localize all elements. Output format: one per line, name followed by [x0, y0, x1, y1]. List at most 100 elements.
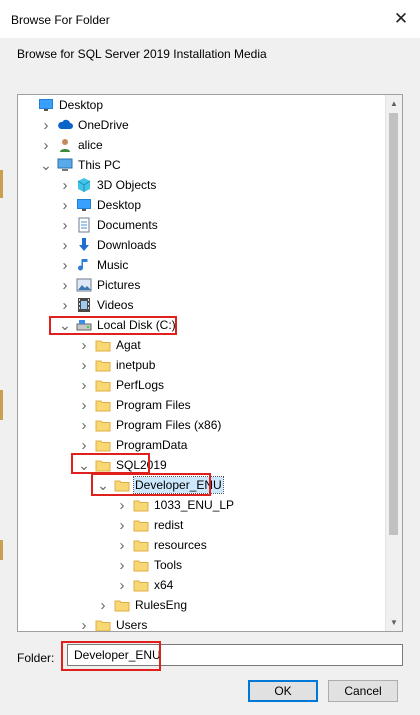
chevron-right-icon[interactable]: › [115, 575, 129, 595]
tree-item[interactable]: › redist [18, 515, 386, 535]
title-bar: Browse For Folder ✕ [0, 0, 420, 38]
chevron-right-icon[interactable]: › [115, 555, 129, 575]
tree-item[interactable]: › resources [18, 535, 386, 555]
tree-item[interactable]: › Tools [18, 555, 386, 575]
cancel-button[interactable]: Cancel [328, 680, 398, 702]
ok-button[interactable]: OK [248, 680, 318, 702]
desktop-icon [38, 97, 54, 113]
tree-item[interactable]: › PerfLogs [18, 375, 386, 395]
window-title: Browse For Folder [11, 13, 110, 27]
folder-icon [95, 357, 111, 373]
chevron-right-icon[interactable]: › [58, 255, 72, 275]
chevron-right-icon[interactable]: › [77, 375, 91, 395]
folder-icon [95, 437, 111, 453]
cloud-icon [57, 117, 73, 133]
tree-item[interactable]: › Program Files [18, 395, 386, 415]
chevron-right-icon[interactable]: › [58, 275, 72, 295]
tree-item[interactable]: › Videos [18, 295, 386, 315]
folder-icon [133, 557, 149, 573]
folder-icon [95, 397, 111, 413]
vertical-scrollbar[interactable]: ▲ ▼ [385, 95, 402, 631]
tree-item-label: Downloads [97, 238, 157, 252]
scroll-up-arrow-icon[interactable]: ▲ [386, 95, 402, 112]
tree-item[interactable]: › Downloads [18, 235, 386, 255]
chevron-right-icon[interactable]: › [77, 415, 91, 435]
tree-item[interactable]: › inetpub [18, 355, 386, 375]
tree-item[interactable]: › Agat [18, 335, 386, 355]
tree-item[interactable]: › Program Files (x86) [18, 415, 386, 435]
chevron-right-icon[interactable]: › [115, 495, 129, 515]
chevron-right-icon[interactable]: › [115, 535, 129, 555]
tree-item-label: Desktop [59, 98, 104, 112]
chevron-down-icon[interactable]: ⌄ [39, 155, 53, 175]
tree-item[interactable]: › ProgramData [18, 435, 386, 455]
chevron-down-icon[interactable]: ⌄ [96, 475, 110, 495]
tree-item[interactable]: Desktop [18, 95, 386, 115]
tree-item[interactable]: › 3D Objects [18, 175, 386, 195]
tree-item[interactable]: ⌄ SQL2019 [18, 455, 386, 475]
folder-icon [133, 537, 149, 553]
folder-icon [114, 477, 130, 493]
tree-item[interactable]: ⌄ Local Disk (C:) [18, 315, 386, 335]
scroll-down-arrow-icon[interactable]: ▼ [386, 614, 402, 631]
chevron-right-icon[interactable]: › [39, 115, 53, 135]
folder-icon [133, 517, 149, 533]
tree-item-label: Documents [97, 218, 158, 232]
tree-item[interactable]: › x64 [18, 575, 386, 595]
chevron-right-icon[interactable]: › [58, 295, 72, 315]
chevron-right-icon[interactable]: › [58, 235, 72, 255]
folder-icon [133, 577, 149, 593]
chevron-right-icon[interactable]: › [77, 335, 91, 355]
chevron-right-icon[interactable]: › [77, 395, 91, 415]
tree-item-label: resources [154, 538, 207, 552]
tree-item-label: 1033_ENU_LP [154, 498, 235, 512]
chevron-right-icon[interactable]: › [77, 435, 91, 455]
tree-item-label: Agat [116, 338, 141, 352]
tree-item[interactable]: › OneDrive [18, 115, 386, 135]
desktop-icon [76, 197, 92, 213]
music-icon [76, 257, 92, 273]
tree-item-label: Program Files (x86) [116, 418, 222, 432]
document-icon [76, 217, 92, 233]
tree-item[interactable]: › Users [18, 615, 386, 632]
cube-icon [76, 177, 92, 193]
tree-item[interactable]: › Documents [18, 215, 386, 235]
tree-item-label: Tools [154, 558, 183, 572]
chevron-right-icon[interactable]: › [39, 135, 53, 155]
folder-icon [95, 457, 111, 473]
tree-item[interactable]: › Music [18, 255, 386, 275]
chevron-down-icon[interactable]: ⌄ [77, 455, 91, 475]
folder-input[interactable] [67, 644, 403, 666]
chevron-down-icon[interactable]: ⌄ [58, 315, 72, 335]
dialog-description: Browse for SQL Server 2019 Installation … [17, 47, 267, 61]
user-icon [57, 137, 73, 153]
tree-item[interactable]: › Desktop [18, 195, 386, 215]
chevron-right-icon[interactable]: › [58, 215, 72, 235]
tree-item-label: Program Files [116, 398, 191, 412]
close-button[interactable]: ✕ [386, 5, 416, 33]
background-window-edge [0, 540, 3, 560]
chevron-right-icon[interactable]: › [77, 355, 91, 375]
tree-item[interactable]: ⌄ This PC [18, 155, 386, 175]
computer-icon [57, 157, 73, 173]
tree-item-label: Videos [97, 298, 134, 312]
folder-tree[interactable]: ▲ ▼ Desktop › OneDrive › alice ⌄ This PC › 3D Ob… [17, 94, 403, 632]
tree-item-label: Pictures [97, 278, 141, 292]
chevron-right-icon[interactable]: › [115, 515, 129, 535]
tree-item-label: ProgramData [116, 438, 188, 452]
tree-item-label: x64 [154, 578, 174, 592]
chevron-right-icon[interactable]: › [58, 175, 72, 195]
tree-item[interactable]: › RulesEng [18, 595, 386, 615]
chevron-right-icon[interactable]: › [58, 195, 72, 215]
folder-icon [95, 417, 111, 433]
scrollbar-thumb[interactable] [389, 113, 398, 535]
tree-item[interactable]: › 1033_ENU_LP [18, 495, 386, 515]
tree-item[interactable]: › alice [18, 135, 386, 155]
chevron-right-icon[interactable]: › [77, 615, 91, 632]
picture-icon [76, 277, 92, 293]
tree-item-label: SQL2019 [116, 458, 167, 472]
tree-item-label: Desktop [97, 198, 142, 212]
tree-item[interactable]: › Pictures [18, 275, 386, 295]
chevron-right-icon[interactable]: › [96, 595, 110, 615]
tree-item[interactable]: ⌄ Developer_ENU [18, 475, 386, 495]
